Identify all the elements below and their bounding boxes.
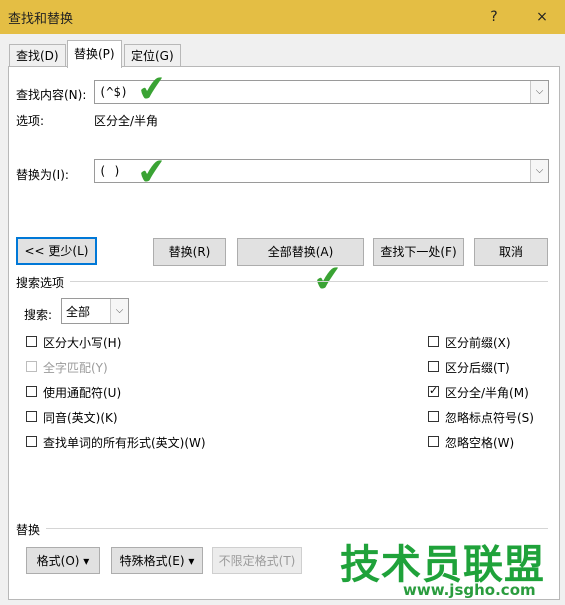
annotation-check-icon: ✔ — [134, 150, 170, 195]
all-word-forms-checkbox[interactable] — [26, 436, 37, 447]
options-label: 选项: — [16, 114, 45, 128]
help-button[interactable]: ? — [478, 4, 510, 30]
options-value: 区分全/半角 — [94, 114, 159, 128]
search-options-header: 搜索选项 — [16, 276, 65, 290]
replace-button[interactable]: 替换(R) — [153, 238, 226, 266]
all-word-forms-label: 查找单词的所有形式(英文)(W) — [43, 436, 206, 450]
format-label: 格式(O) — [36, 554, 80, 568]
match-prefix-checkbox[interactable] — [428, 336, 439, 347]
tab-goto[interactable]: 定位(G) — [124, 44, 181, 67]
replace-all-button[interactable]: 全部替换(A) — [237, 238, 364, 266]
match-width-checkbox[interactable] — [428, 384, 439, 397]
annotation-check-icon: ✔ — [310, 257, 346, 302]
ignore-punctuation-checkbox[interactable] — [428, 411, 439, 422]
divider — [46, 528, 548, 529]
dialog-panel — [8, 66, 560, 600]
replace-value: ( ) — [99, 164, 121, 178]
chevron-down-icon[interactable]: ⌵ — [530, 160, 548, 182]
caret-down-icon: ▾ — [83, 554, 90, 568]
tab-replace[interactable]: 替换(P) — [67, 40, 122, 68]
find-value: (^$) — [99, 85, 128, 99]
ignore-space-label: 忽略空格(W) — [445, 436, 515, 450]
cancel-button[interactable]: 取消 — [474, 238, 548, 266]
watermark-url: www.jsgho.com — [403, 581, 536, 599]
search-label: 搜索: — [24, 308, 53, 322]
match-suffix-label: 区分后缀(T) — [445, 361, 510, 375]
whole-word-checkbox — [26, 361, 37, 372]
search-direction-value: 全部 — [66, 305, 91, 319]
no-formatting-button: 不限定格式(T) — [212, 547, 302, 574]
annotation-check-icon: ✔ — [134, 67, 170, 112]
less-button[interactable]: << 更少(L) — [16, 237, 97, 265]
caret-down-icon: ▾ — [188, 554, 195, 568]
whole-word-label: 全字匹配(Y) — [43, 361, 108, 375]
wildcards-label: 使用通配符(U) — [43, 386, 122, 400]
special-button[interactable]: 特殊格式(E) ▾ — [111, 547, 203, 574]
sounds-like-checkbox[interactable] — [26, 411, 37, 422]
ignore-space-checkbox[interactable] — [428, 436, 439, 447]
wildcards-checkbox[interactable] — [26, 386, 37, 397]
find-label: 查找内容(N): — [16, 88, 87, 102]
format-button[interactable]: 格式(O) ▾ — [26, 547, 100, 574]
match-case-label: 区分大小写(H) — [43, 336, 122, 350]
replace-label: 替换为(I): — [16, 168, 69, 182]
tab-find[interactable]: 查找(D) — [9, 44, 66, 67]
divider — [70, 281, 548, 282]
match-width-label: 区分全/半角(M) — [445, 386, 529, 400]
sounds-like-label: 同音(英文)(K) — [43, 411, 118, 425]
match-prefix-label: 区分前缀(X) — [445, 336, 511, 350]
special-label: 特殊格式(E) — [119, 554, 185, 568]
chevron-down-icon[interactable]: ⌵ — [530, 81, 548, 103]
find-next-button[interactable]: 查找下一处(F) — [373, 238, 464, 266]
search-direction-select[interactable]: 全部 ⌵ — [61, 298, 129, 324]
match-case-checkbox[interactable] — [26, 336, 37, 347]
ignore-punctuation-label: 忽略标点符号(S) — [445, 411, 534, 425]
close-button[interactable]: × — [526, 4, 558, 30]
replace-section-header: 替换 — [16, 523, 41, 537]
chevron-down-icon[interactable]: ⌵ — [110, 299, 128, 323]
match-suffix-checkbox[interactable] — [428, 361, 439, 372]
window-title: 查找和替换 — [8, 12, 74, 27]
